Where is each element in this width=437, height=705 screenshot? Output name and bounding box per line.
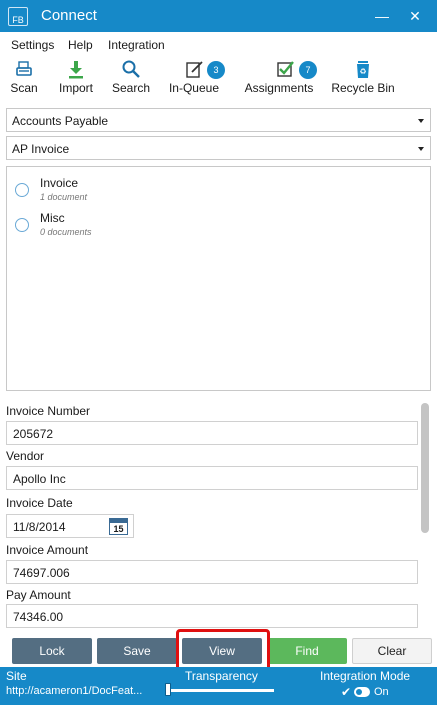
download-arrow-icon: [65, 58, 87, 80]
clear-button[interactable]: Clear: [352, 638, 432, 664]
transparency-label: Transparency: [185, 669, 258, 683]
find-button[interactable]: Find: [267, 638, 347, 664]
invoice-date-field[interactable]: 11/8/2014 15: [6, 514, 134, 538]
assignments-label: Assignments: [244, 81, 314, 95]
assignments-button[interactable]: 7 Assignments: [242, 58, 317, 98]
chevron-down-icon: [418, 119, 424, 123]
vendor-label: Vendor: [6, 449, 45, 463]
status-bar: Site http://acameron1/DocFeat... Transpa…: [0, 667, 437, 705]
integration-mode-toggle[interactable]: [354, 687, 370, 697]
menu-bar: Settings Help Integration: [0, 34, 437, 56]
department-select[interactable]: Accounts Payable: [6, 108, 431, 132]
import-button[interactable]: Import: [56, 58, 96, 98]
site-label: Site: [6, 669, 27, 683]
fields-scrollbar[interactable]: [421, 403, 429, 533]
pay-amount-label: Pay Amount: [6, 588, 71, 602]
scanner-icon: [13, 58, 35, 80]
invoice-date-label: Invoice Date: [6, 496, 73, 510]
invoice-number-field[interactable]: 205672: [6, 421, 418, 445]
document-list: Invoice 1 document Misc 0 documents: [6, 166, 431, 391]
recycle-bin-button[interactable]: ♻ Recycle Bin: [330, 58, 396, 98]
document-name: Invoice: [40, 176, 79, 190]
edit-document-icon: 3: [169, 58, 225, 80]
department-select-value: Accounts Payable: [12, 114, 109, 128]
transparency-slider-thumb[interactable]: [165, 683, 171, 696]
site-url: http://acameron1/DocFeat...: [6, 685, 143, 697]
search-label: Search: [111, 81, 151, 95]
checkbox-icon: 7: [249, 58, 317, 80]
recycle-bin-label: Recycle Bin: [331, 81, 395, 95]
radio-button[interactable]: [15, 218, 29, 232]
menu-integration[interactable]: Integration: [108, 38, 165, 52]
document-type-select-value: AP Invoice: [12, 142, 70, 156]
lock-button[interactable]: Lock: [12, 638, 92, 664]
document-type-select[interactable]: AP Invoice: [6, 136, 431, 160]
scan-button[interactable]: Scan: [8, 58, 40, 98]
document-name: Misc: [40, 211, 65, 225]
magnifier-icon: [120, 58, 142, 80]
save-button[interactable]: Save: [97, 638, 177, 664]
menu-help[interactable]: Help: [68, 38, 93, 52]
radio-button[interactable]: [15, 183, 29, 197]
toolbar: Scan Import Search 3 In-Queue 7 Assignme…: [0, 58, 437, 102]
menu-settings[interactable]: Settings: [11, 38, 54, 52]
search-button[interactable]: Search: [111, 58, 151, 98]
list-item[interactable]: Invoice 1 document: [15, 174, 215, 206]
minimize-button[interactable]: —: [372, 6, 392, 26]
assignments-badge: 7: [299, 61, 317, 79]
title-bar: FB Connect — ✕: [0, 0, 437, 32]
in-queue-badge: 3: [207, 61, 225, 79]
invoice-date-value: 11/8/2014: [13, 520, 66, 534]
view-button-highlight: [176, 629, 270, 672]
invoice-number-label: Invoice Number: [6, 404, 91, 418]
in-queue-button[interactable]: 3 In-Queue: [166, 58, 225, 98]
integration-mode-state: On: [374, 686, 389, 698]
pay-amount-field[interactable]: 74346.00: [6, 604, 418, 628]
document-count: 1 document: [40, 192, 88, 202]
checkmark-icon: ✔: [341, 685, 352, 699]
invoice-amount-field[interactable]: 74697.006: [6, 560, 418, 584]
vendor-field[interactable]: Apollo Inc: [6, 466, 418, 490]
integration-mode-label: Integration Mode: [320, 669, 411, 683]
close-button[interactable]: ✕: [405, 6, 425, 26]
index-fields-panel: Invoice Number 205672 Vendor Apollo Inc …: [0, 398, 437, 630]
list-item[interactable]: Misc 0 documents: [15, 209, 215, 241]
in-queue-label: In-Queue: [168, 81, 220, 95]
app-logo-icon: FB: [8, 7, 28, 26]
recycle-bin-icon: ♻: [352, 58, 374, 80]
window-title: Connect: [41, 7, 97, 24]
svg-text:♻: ♻: [359, 67, 366, 76]
scan-label: Scan: [10, 81, 38, 95]
invoice-amount-label: Invoice Amount: [6, 543, 89, 557]
calendar-icon[interactable]: 15: [109, 518, 128, 535]
chevron-down-icon: [418, 147, 424, 151]
document-count: 0 documents: [40, 227, 92, 237]
transparency-slider-track[interactable]: [168, 689, 274, 692]
import-label: Import: [58, 81, 93, 95]
